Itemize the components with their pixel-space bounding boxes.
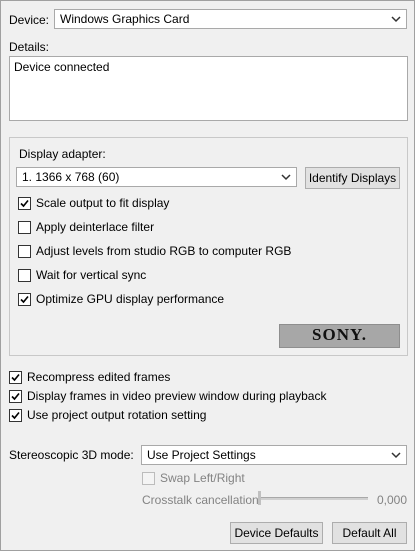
checkmark-icon [11, 392, 20, 401]
option-row[interactable]: Wait for vertical sync [18, 268, 388, 284]
checkmark-icon [11, 411, 20, 420]
option-checkbox[interactable] [18, 269, 31, 282]
device-label: Device: [9, 13, 50, 27]
details-label: Details: [9, 40, 50, 54]
checkmark-icon [20, 199, 29, 208]
device-defaults-button[interactable]: Device Defaults [230, 522, 323, 544]
crosstalk-slider-thumb[interactable] [258, 491, 261, 505]
display-adapter-value: 1. 1366 x 768 (60) [22, 170, 120, 184]
stereo-mode-value: Use Project Settings [147, 448, 256, 462]
device-select[interactable]: Windows Graphics Card [54, 9, 407, 29]
option-row[interactable]: Scale output to fit display [18, 196, 388, 212]
option-checkbox[interactable] [18, 221, 31, 234]
identify-displays-button[interactable]: Identify Displays [305, 167, 400, 189]
option-row[interactable]: Display frames in video preview window d… [9, 389, 389, 405]
option-checkbox[interactable] [18, 293, 31, 306]
option-label: Apply deinterlace filter [36, 220, 155, 234]
sony-logo-text: SONY. [312, 325, 367, 344]
swap-left-right-label: Swap Left/Right [160, 471, 245, 485]
option-label: Scale output to fit display [36, 196, 170, 210]
swap-left-right-checkbox[interactable] [142, 472, 155, 485]
option-row[interactable]: Recompress edited frames [9, 370, 389, 386]
display-adapter-select[interactable]: 1. 1366 x 768 (60) [16, 167, 297, 187]
option-label: Display frames in video preview window d… [27, 389, 327, 403]
option-checkbox[interactable] [18, 197, 31, 210]
swap-left-right-row: Swap Left/Right [142, 471, 342, 487]
option-row[interactable]: Optimize GPU display performance [18, 292, 388, 308]
checkmark-icon [11, 373, 20, 382]
option-label: Wait for vertical sync [36, 268, 147, 282]
device-select-value: Windows Graphics Card [60, 12, 190, 26]
option-row[interactable]: Adjust levels from studio RGB to compute… [18, 244, 388, 260]
details-textbox[interactable]: Device connected [9, 56, 408, 121]
chevron-down-icon [391, 452, 401, 459]
chevron-down-icon [391, 16, 401, 23]
crosstalk-value: 0,000 [377, 493, 408, 507]
default-all-button[interactable]: Default All [332, 522, 407, 544]
option-label: Use project output rotation setting [27, 408, 207, 422]
crosstalk-label: Crosstalk cancellation: [142, 493, 263, 507]
chevron-down-icon [281, 174, 291, 181]
stereo-mode-label: Stereoscopic 3D mode: [9, 448, 134, 462]
option-checkbox[interactable] [18, 245, 31, 258]
crosstalk-slider[interactable] [258, 497, 368, 500]
checkmark-icon [20, 295, 29, 304]
option-checkbox[interactable] [9, 390, 22, 403]
sony-logo: SONY. [279, 324, 400, 348]
stereo-mode-select[interactable]: Use Project Settings [141, 445, 407, 465]
option-checkbox[interactable] [9, 371, 22, 384]
display-adapter-label: Display adapter: [19, 147, 106, 161]
option-row[interactable]: Use project output rotation setting [9, 408, 389, 424]
option-label: Optimize GPU display performance [36, 292, 225, 306]
option-checkbox[interactable] [9, 409, 22, 422]
option-row[interactable]: Apply deinterlace filter [18, 220, 388, 236]
option-label: Recompress edited frames [27, 370, 171, 384]
option-label: Adjust levels from studio RGB to compute… [36, 244, 292, 258]
details-text: Device connected [14, 60, 110, 74]
